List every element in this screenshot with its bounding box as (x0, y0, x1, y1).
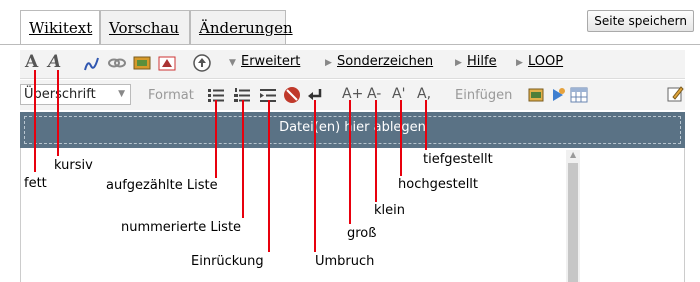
scrollbar-thumb[interactable] (568, 163, 578, 282)
annotation-line-sub (425, 100, 427, 150)
annotation-line-big (349, 100, 351, 224)
menu-hilfe[interactable]: Hilfe (467, 54, 497, 69)
table-icon[interactable] (570, 87, 588, 103)
link-icon[interactable] (108, 56, 126, 70)
label-tiefgestellt: tiefgestellt (423, 152, 493, 167)
annotation-line-indent (268, 100, 270, 252)
gallery-icon[interactable] (528, 88, 544, 102)
annotation-line-linebreak (314, 100, 316, 252)
scroll-up-icon[interactable]: ▲ (570, 150, 576, 159)
superscript-button[interactable]: A' (392, 86, 405, 102)
annotation-line-bullet (215, 100, 217, 178)
annotation-line-sup (400, 100, 402, 176)
media-icon[interactable] (157, 54, 177, 72)
tab-aenderungen[interactable]: Änderungen (190, 10, 293, 44)
heading-select[interactable]: Überschrift ▼ (20, 84, 131, 105)
bold-button[interactable]: A (25, 52, 38, 72)
big-text-button[interactable]: A+ (342, 86, 363, 102)
annotation-line-small (375, 100, 377, 202)
tab-wikitext[interactable]: Wikitext (20, 10, 100, 44)
annotation-line-kursiv (57, 70, 59, 156)
editor-tab-bar: Wikitext Vorschau Änderungen Seite speic… (0, 0, 700, 45)
label-gross: groß (347, 226, 377, 241)
image-icon[interactable] (133, 55, 151, 71)
annotation-line-fett (34, 70, 36, 172)
label-einrueckung: Einrückung (191, 254, 264, 269)
italic-button[interactable]: A (48, 52, 61, 72)
label-fett: fett (24, 176, 47, 191)
label-umbruch: Umbruch (315, 254, 375, 269)
menu-erweitert[interactable]: Erweitert (241, 54, 300, 69)
signature-icon[interactable] (82, 54, 102, 74)
annotation-line-numbered (242, 100, 244, 218)
label-nummerierte-liste: nummerierte Liste (121, 220, 242, 235)
menu-sonderzeichen[interactable]: Sonderzeichen (337, 54, 433, 69)
reference-icon[interactable] (550, 87, 566, 103)
expand-arrow-icon: ▶ (516, 58, 523, 68)
expand-arrow-icon: ▶ (325, 58, 332, 68)
label-aufgezaehlte-liste: aufgezählte Liste (106, 178, 218, 193)
label-kursiv: kursiv (54, 158, 93, 173)
tab-vorschau[interactable]: Vorschau (100, 10, 190, 44)
save-page-button[interactable]: Seite speichern (587, 10, 694, 32)
label-hochgestellt: hochgestellt (398, 177, 479, 192)
insert-label: Einfügen (455, 88, 513, 103)
expand-arrow-icon: ▶ (455, 58, 462, 68)
nowiki-icon[interactable] (283, 86, 301, 104)
format-label: Format (148, 88, 194, 103)
expand-arrow-icon: ▼ (229, 58, 236, 68)
label-klein: klein (374, 203, 405, 218)
drop-zone-text: Datei(en) hier ablegen (279, 120, 426, 135)
menu-loop[interactable]: LOOP (528, 54, 563, 69)
file-drop-zone[interactable]: Datei(en) hier ablegen (20, 112, 685, 148)
upload-icon[interactable] (192, 53, 212, 73)
edit-note-icon[interactable] (666, 85, 684, 103)
chevron-down-icon: ▼ (118, 89, 125, 99)
